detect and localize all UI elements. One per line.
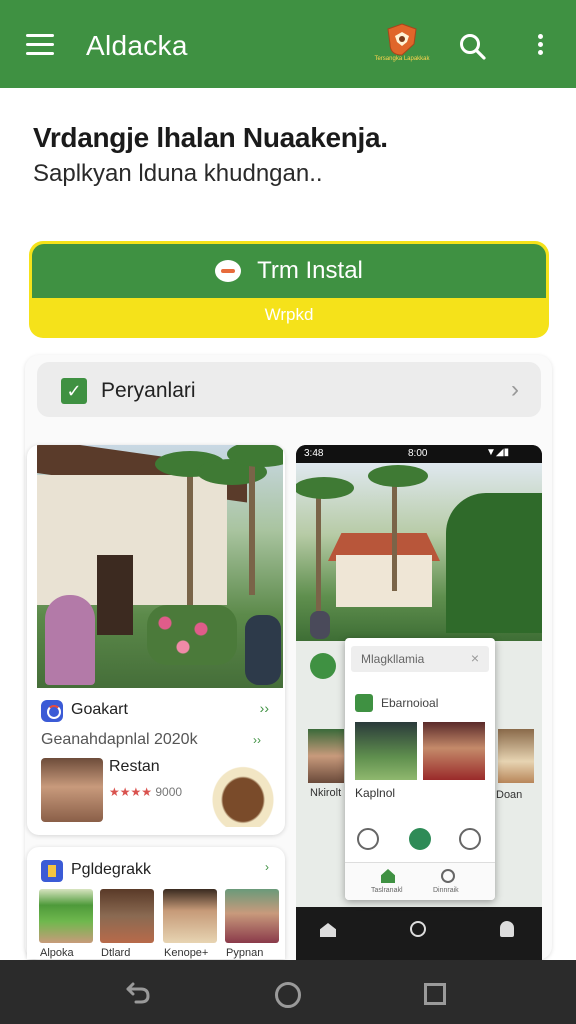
phone-side-label: Nkirolt (310, 787, 342, 799)
menu-icon[interactable] (26, 34, 54, 56)
popup-image[interactable] (355, 722, 417, 780)
phone-side-thumb (308, 729, 344, 783)
check-icon[interactable]: ✓ (61, 378, 87, 404)
headset-icon[interactable] (357, 828, 379, 850)
phone-nav-bar (296, 907, 542, 960)
gallery-thumb[interactable] (163, 889, 217, 943)
back-icon[interactable] (124, 978, 152, 1006)
popup-nav-label: Dinnraik (433, 887, 459, 894)
recents-icon[interactable] (424, 983, 446, 1005)
brand-logo: Tersangka Lapakkak (372, 22, 432, 74)
card-header-label: Goakart (71, 701, 128, 718)
permission-label: Peryanlari (101, 379, 196, 402)
search-icon[interactable] (458, 32, 488, 62)
popup-image[interactable] (423, 722, 485, 780)
install-button-bar[interactable]: Trm Instal (32, 244, 546, 298)
chevron-right-icon: ›› (259, 700, 269, 716)
featured-card[interactable]: Goakart ›› Geanahdapnlal 2020k ›› Restan… (27, 445, 285, 835)
gallery-card[interactable]: Pgldegrakk › Alpoka Dtlard Kenope+ Pypna… (27, 847, 285, 959)
popup-action-row (345, 824, 495, 854)
more-vert-icon[interactable] (532, 34, 548, 60)
gallery-thumb-label: Kenope+ (164, 947, 209, 959)
chevron-right-icon: › (265, 860, 269, 874)
home-circle-icon[interactable] (275, 982, 301, 1008)
app-bar: Aldacka Tersangka Lapakkak (0, 0, 576, 88)
popup-bottom-nav: Taslranakl Dinnraik (345, 862, 495, 900)
home-icon[interactable] (320, 923, 336, 937)
compass-icon[interactable] (409, 828, 431, 850)
app-title: Aldacka (86, 30, 188, 61)
card-subtitle: Geanahdapnlal 2020k (41, 731, 198, 748)
signal-icon: ▼◢▮ (486, 447, 510, 458)
popup-item-label: Kaplnol (355, 786, 396, 800)
price-value: 9000 (155, 785, 183, 799)
logo-text: Tersangka Lapakkak (374, 56, 430, 62)
gallery-label: Pgldegrakk (71, 861, 152, 878)
user-icon[interactable] (459, 828, 481, 850)
install-sub-label: Wrpkd (264, 305, 314, 324)
close-icon[interactable]: × (471, 650, 479, 666)
search-popup[interactable]: Mlagkllamia × Ebarnoioal Kaplnol Taslran… (345, 638, 495, 900)
gallery-thumb[interactable] (100, 889, 154, 943)
phone-village-photo (296, 463, 542, 641)
circle-icon[interactable] (410, 921, 426, 937)
phone-side-label: Doan (496, 789, 523, 801)
home-icon[interactable] (381, 869, 395, 883)
page-title: Vrdangje lhalan Nuaakenja. (33, 122, 388, 153)
gallery-icon (41, 860, 63, 882)
profile-icon[interactable] (500, 921, 514, 937)
portrait-image (41, 758, 103, 822)
permission-row[interactable]: ✓ Peryanlari › (37, 362, 541, 417)
phone-status-time: 3:48 (304, 448, 324, 459)
chevron-right-icon: ›› (253, 733, 261, 747)
card-header[interactable]: Goakart ›› (41, 700, 281, 722)
phone-status-bar: 3:48 8:00 ▼◢▮ (296, 445, 542, 463)
gallery-thumb[interactable] (39, 889, 93, 943)
gallery-thumb[interactable] (225, 889, 279, 943)
food-image (205, 759, 281, 827)
gallery-thumb-label: Alpoka (40, 947, 74, 959)
popup-section-title: Ebarnoioal (381, 696, 439, 710)
rating-price: ★★★★ 9000 (109, 785, 182, 799)
chat-icon (215, 260, 242, 282)
popup-search-field[interactable]: Mlagkllamia × (351, 646, 489, 672)
phone-app-icon (310, 653, 336, 679)
popup-section-icon (355, 694, 373, 712)
phone-side-thumb (498, 729, 534, 783)
system-nav-bar (0, 960, 576, 1024)
chevron-right-icon: › (511, 376, 519, 403)
item-title: Restan (109, 758, 160, 775)
phone-status-time-2: 8:00 (408, 448, 428, 459)
popup-search-text: Mlagkllamia (361, 652, 425, 666)
search-icon[interactable] (441, 869, 455, 883)
install-button[interactable]: Trm Instal Wrpkd (29, 241, 549, 338)
app-badge-icon (41, 700, 63, 722)
gallery-thumb-label: Dtlard (101, 947, 131, 959)
install-button-label: Trm Instal (257, 257, 363, 284)
page-subtitle: Saplkyan lduna khudngan.. (33, 160, 323, 187)
village-photo (37, 445, 283, 688)
gallery-thumb-label: Pypnan (226, 947, 264, 959)
popup-nav-label: Taslranakl (371, 887, 403, 894)
rating-stars: ★★★★ (109, 785, 153, 799)
